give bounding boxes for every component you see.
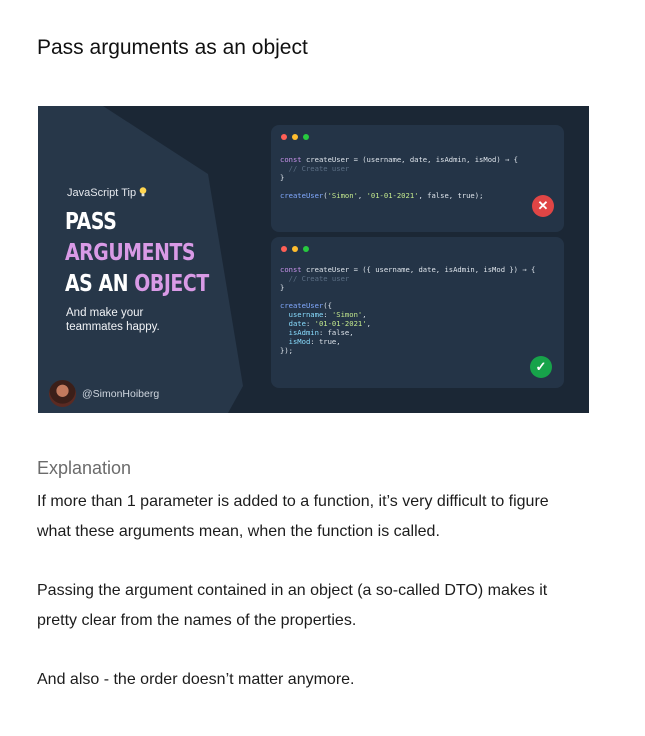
- tip-subline: And make your teammates happy.: [66, 306, 160, 334]
- code-value: true: [318, 337, 337, 346]
- code-text: ,: [362, 310, 367, 319]
- window-dots: [281, 246, 309, 252]
- window-minimize-dot-icon: [292, 134, 298, 140]
- headline-line-3: AS AN OBJECT: [65, 269, 209, 300]
- code-text: ,: [357, 191, 367, 200]
- code-comment: // Create user: [280, 164, 350, 173]
- code-property-line: isAdmin: false,: [280, 328, 535, 337]
- code-blank: [280, 292, 535, 301]
- code-text: ,: [336, 337, 341, 346]
- code-property-line: date: '01-01-2021',: [280, 319, 535, 328]
- code-text: ,: [349, 328, 354, 337]
- author-handle: @SimonHoiberg: [82, 387, 160, 400]
- explanation-paragraph-1: If more than 1 parameter is added to a f…: [37, 487, 597, 546]
- window-minimize-dot-icon: [292, 246, 298, 252]
- explanation-heading: Explanation: [37, 458, 132, 478]
- good-example-code-card: const createUser = ({ username, date, is…: [271, 237, 564, 388]
- code-text: ,: [366, 319, 371, 328]
- window-maximize-dot-icon: [303, 246, 309, 252]
- bad-example-code-card: const createUser = (username, date, isAd…: [271, 125, 564, 232]
- headline-line-1: PASS: [65, 209, 117, 235]
- tip-banner-image: JavaScript Tip PASS ARGUMENTS AS AN OBJE…: [38, 106, 589, 413]
- paragraph-line: what these arguments mean, when the func…: [37, 522, 440, 540]
- code-keyword: const: [280, 155, 302, 164]
- check-icon: ✓: [530, 356, 552, 378]
- code-string: '01-01-2021': [314, 319, 367, 328]
- window-maximize-dot-icon: [303, 134, 309, 140]
- window-close-dot-icon: [281, 134, 287, 140]
- code-text: :: [318, 328, 328, 337]
- tip-label-text: JavaScript Tip: [67, 187, 137, 199]
- code-text: :: [310, 337, 319, 346]
- window-dots: [281, 134, 309, 140]
- code-text: , false, true);: [418, 191, 484, 200]
- avatar: [49, 380, 76, 407]
- code-string: 'Simon': [327, 191, 358, 200]
- code-property: date: [280, 319, 306, 328]
- paragraph-line: And also - the order doesn’t matter anym…: [37, 671, 355, 688]
- code-line: });: [280, 346, 293, 355]
- code-property: isAdmin: [280, 328, 319, 337]
- good-example-code: const createUser = ({ username, date, is…: [280, 265, 535, 355]
- code-function: createUser: [280, 191, 324, 200]
- code-string: '01-01-2021': [366, 191, 419, 200]
- paragraph-line: If more than 1 parameter is added to a f…: [37, 493, 549, 510]
- author: @SimonHoiberg: [49, 380, 159, 407]
- headline-line-3-white: AS AN: [65, 271, 135, 297]
- lightbulb-icon: [139, 187, 147, 197]
- code-function: createUser: [280, 301, 324, 310]
- code-text: createUser = ({ username, date, isAdmin,…: [301, 265, 536, 274]
- code-text: createUser = (username, date, isAdmin, i…: [301, 155, 519, 164]
- code-property-line: username: 'Simon',: [280, 310, 535, 319]
- subline-1: And make your: [66, 307, 144, 319]
- code-property: isMod: [280, 337, 311, 346]
- code-line: const createUser = (username, date, isAd…: [280, 155, 518, 164]
- headline-line-3-accent: OBJECT: [134, 271, 209, 297]
- code-line: }: [280, 283, 285, 292]
- code-value: false: [327, 328, 350, 337]
- code-string: 'Simon': [331, 310, 363, 319]
- tip-label: JavaScript Tip: [67, 187, 147, 199]
- page-title: Pass arguments as an object: [37, 36, 308, 59]
- explanation-paragraph-2: Passing the argument contained in an obj…: [37, 576, 597, 635]
- code-text: :: [323, 310, 332, 319]
- code-text: :: [305, 319, 315, 328]
- code-property-line: isMod: true,: [280, 337, 535, 346]
- bad-example-code: const createUser = (username, date, isAd…: [280, 155, 518, 200]
- code-keyword: const: [280, 265, 302, 274]
- paragraph-line: Passing the argument contained in an obj…: [37, 582, 548, 599]
- code-line: createUser('Simon', '01-01-2021', false,…: [280, 191, 518, 200]
- window-close-dot-icon: [281, 246, 287, 252]
- code-line: const createUser = ({ username, date, is…: [280, 265, 535, 274]
- code-property: username: [280, 310, 324, 319]
- code-line: createUser({: [280, 301, 535, 310]
- subline-2: teammates happy.: [66, 321, 160, 333]
- code-blank: [280, 182, 518, 191]
- paragraph-line: pretty clear from the names of the prope…: [37, 611, 357, 629]
- headline-line-2: ARGUMENTS: [65, 240, 196, 266]
- code-comment: // Create user: [280, 274, 350, 283]
- close-icon: ✕: [532, 195, 554, 217]
- tip-headline: PASS ARGUMENTS AS AN OBJECT: [65, 207, 209, 300]
- explanation-paragraph-3: And also - the order doesn’t matter anym…: [37, 665, 597, 695]
- code-text: ({: [323, 301, 332, 310]
- code-line: }: [280, 173, 285, 182]
